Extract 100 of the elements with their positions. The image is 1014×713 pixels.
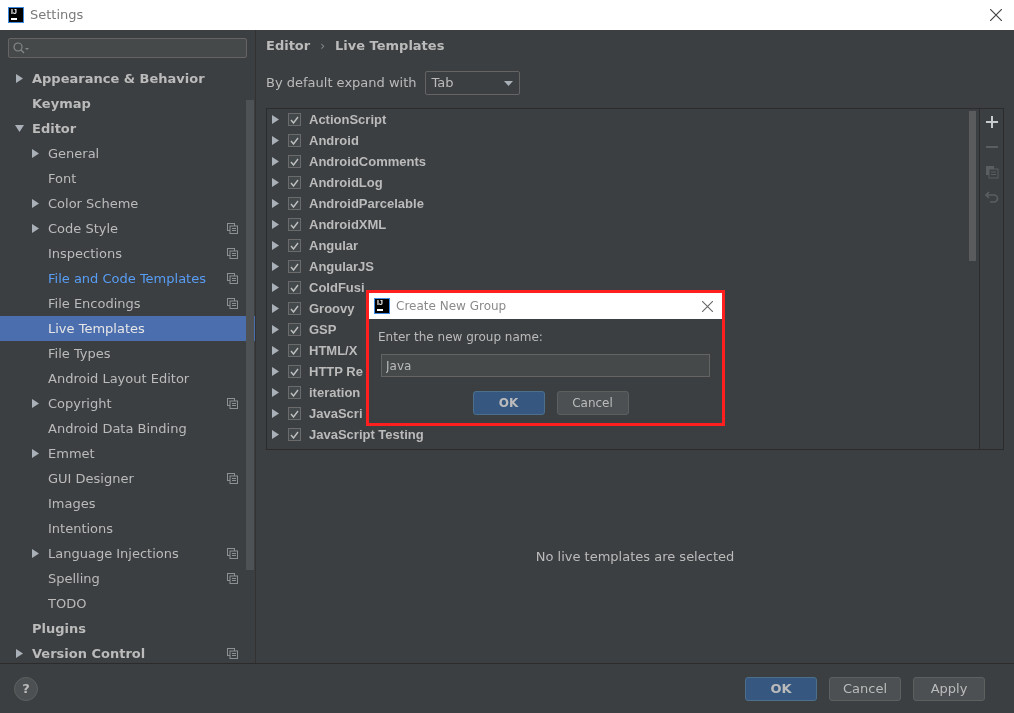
template-group-name: AngularJS bbox=[309, 257, 374, 276]
sidebar-label: Version Control bbox=[32, 644, 147, 663]
expand-arrow-icon[interactable] bbox=[15, 124, 24, 133]
template-group-name: AndroidXML bbox=[309, 215, 387, 234]
expand-arrow-icon[interactable] bbox=[271, 367, 280, 376]
scrollbar[interactable] bbox=[969, 111, 976, 261]
sidebar-item[interactable]: Code Style bbox=[0, 216, 255, 241]
checkbox[interactable] bbox=[288, 302, 301, 315]
expand-key-dropdown[interactable]: Tab bbox=[424, 71, 520, 95]
sidebar-label: Appearance & Behavior bbox=[32, 69, 206, 88]
sidebar-item[interactable]: Live Templates bbox=[0, 316, 255, 341]
dialog-button[interactable]: Cancel bbox=[829, 676, 901, 701]
sidebar-item[interactable]: Images bbox=[0, 491, 255, 516]
expand-arrow-icon[interactable] bbox=[271, 430, 280, 439]
dialog-button[interactable]: OK bbox=[745, 676, 817, 701]
expand-arrow-icon[interactable] bbox=[271, 304, 280, 313]
expand-arrow-icon[interactable] bbox=[271, 220, 280, 229]
expand-arrow-icon[interactable] bbox=[31, 449, 40, 458]
expand-arrow-icon[interactable] bbox=[271, 409, 280, 418]
sidebar-label: GUI Designer bbox=[48, 469, 135, 488]
scrollbar[interactable] bbox=[246, 100, 254, 570]
template-group-name: AndroidComments bbox=[309, 152, 426, 171]
dialog-button[interactable]: Cancel bbox=[556, 391, 629, 415]
sidebar-item[interactable]: Font bbox=[0, 166, 255, 191]
expand-arrow-icon[interactable] bbox=[271, 115, 280, 124]
checkbox[interactable] bbox=[288, 407, 301, 420]
group-name-field[interactable]: Java bbox=[381, 354, 710, 377]
copy-icon bbox=[227, 548, 238, 559]
sidebar-item[interactable]: Android Data Binding bbox=[0, 416, 255, 441]
expand-arrow-icon[interactable] bbox=[271, 388, 280, 397]
close-icon[interactable] bbox=[702, 300, 713, 312]
breadcrumb-item[interactable]: Live Templates bbox=[335, 36, 445, 56]
sidebar-item[interactable]: GUI Designer bbox=[0, 466, 255, 491]
checkbox[interactable] bbox=[288, 428, 301, 441]
checkbox[interactable] bbox=[288, 344, 301, 357]
sidebar-item[interactable]: Spelling bbox=[0, 566, 255, 591]
sidebar-item[interactable]: Keymap bbox=[0, 91, 255, 116]
copy-icon bbox=[227, 648, 238, 659]
sidebar-label: File Types bbox=[48, 344, 112, 363]
sidebar-item[interactable]: File and Code Templates bbox=[0, 266, 255, 291]
checkbox[interactable] bbox=[288, 113, 301, 126]
dialog-button[interactable]: OK bbox=[472, 391, 545, 415]
sidebar-item[interactable]: Inspections bbox=[0, 241, 255, 266]
help-button[interactable]: ? bbox=[14, 676, 38, 701]
expand-arrow-icon[interactable] bbox=[31, 199, 40, 208]
sidebar-label: Editor bbox=[32, 119, 78, 138]
sidebar-item[interactable]: File Types bbox=[0, 341, 255, 366]
checkbox[interactable] bbox=[288, 134, 301, 147]
expand-arrow-icon[interactable] bbox=[271, 346, 280, 355]
checkbox[interactable] bbox=[288, 218, 301, 231]
sidebar-item[interactable]: Color Scheme bbox=[0, 191, 255, 216]
sidebar-item[interactable]: Plugins bbox=[0, 616, 255, 641]
expand-arrow-icon[interactable] bbox=[31, 224, 40, 233]
sidebar-label: Code Style bbox=[48, 219, 120, 238]
checkbox[interactable] bbox=[288, 176, 301, 189]
sidebar-item[interactable]: Appearance & Behavior bbox=[0, 66, 255, 91]
breadcrumb-item[interactable]: Editor bbox=[266, 36, 311, 56]
sidebar-item[interactable]: Version Control bbox=[0, 641, 255, 666]
sidebar-item[interactable]: Copyright bbox=[0, 391, 255, 416]
expand-arrow-icon[interactable] bbox=[31, 549, 40, 558]
expand-arrow-icon[interactable] bbox=[271, 178, 280, 187]
window-title: Settings bbox=[30, 6, 85, 25]
sidebar-item[interactable]: General bbox=[0, 141, 255, 166]
copy-icon bbox=[227, 573, 238, 584]
close-icon[interactable] bbox=[990, 9, 1002, 21]
sidebar-item[interactable]: File Encodings bbox=[0, 291, 255, 316]
sidebar-item[interactable]: Intentions bbox=[0, 516, 255, 541]
expand-arrow-icon[interactable] bbox=[271, 262, 280, 271]
template-group-name: Groovy bbox=[309, 299, 355, 318]
expand-arrow-icon[interactable] bbox=[271, 136, 280, 145]
template-group-name: ActionScript bbox=[309, 110, 387, 129]
checkbox[interactable] bbox=[288, 155, 301, 168]
expand-arrow-icon[interactable] bbox=[15, 649, 24, 658]
checkbox[interactable] bbox=[288, 197, 301, 210]
checkbox[interactable] bbox=[288, 281, 301, 294]
expand-arrow-icon[interactable] bbox=[31, 149, 40, 158]
checkbox[interactable] bbox=[288, 386, 301, 399]
sidebar-item[interactable]: Emmet bbox=[0, 441, 255, 466]
sidebar-item[interactable]: Editor bbox=[0, 116, 255, 141]
checkbox[interactable] bbox=[288, 323, 301, 336]
expand-arrow-icon[interactable] bbox=[271, 199, 280, 208]
expand-arrow-icon[interactable] bbox=[271, 241, 280, 250]
dialog-button[interactable]: Apply bbox=[913, 676, 985, 701]
sidebar-item[interactable]: TODO bbox=[0, 591, 255, 616]
sidebar-item[interactable]: Language Injections bbox=[0, 541, 255, 566]
checkbox[interactable] bbox=[288, 365, 301, 378]
expand-arrow-icon[interactable] bbox=[271, 283, 280, 292]
template-group-name: JavaScri bbox=[309, 404, 363, 423]
expand-arrow-icon[interactable] bbox=[15, 74, 24, 83]
add-icon[interactable] bbox=[984, 115, 999, 129]
checkbox[interactable] bbox=[288, 260, 301, 273]
search-field[interactable] bbox=[8, 38, 247, 58]
expand-arrow-icon[interactable] bbox=[271, 325, 280, 334]
template-group-name: JavaScript Testing bbox=[309, 425, 424, 444]
template-group-name: iteration bbox=[309, 383, 361, 402]
expand-arrow-icon[interactable] bbox=[271, 157, 280, 166]
checkbox[interactable] bbox=[288, 239, 301, 252]
dialog-title: Create New Group bbox=[396, 298, 508, 315]
expand-arrow-icon[interactable] bbox=[31, 399, 40, 408]
sidebar-item[interactable]: Android Layout Editor bbox=[0, 366, 255, 391]
